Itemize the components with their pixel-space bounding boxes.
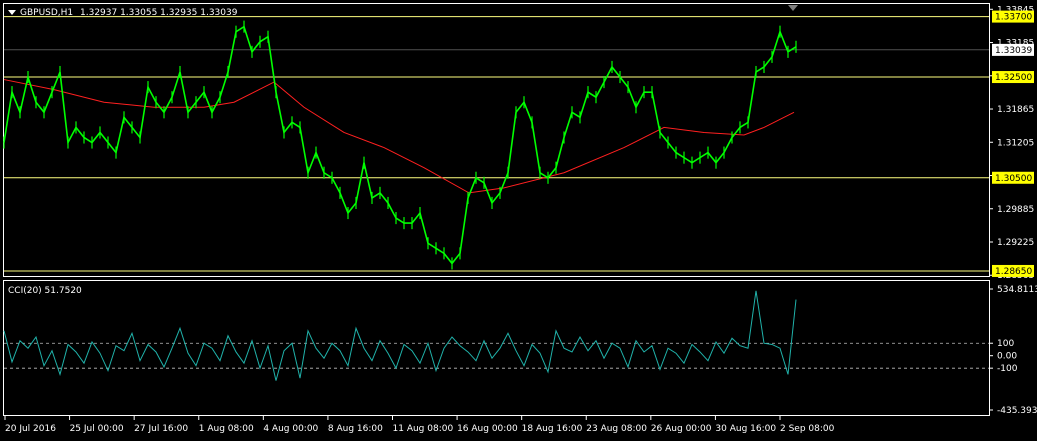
time-tick-label: 11 Aug 08:00 xyxy=(393,424,454,434)
time-tick-label: 2 Sep 08:00 xyxy=(780,424,835,434)
time-tick-label: 18 Aug 16:00 xyxy=(522,424,583,434)
cci-line xyxy=(3,290,797,381)
time-tick-label: 30 Aug 16:00 xyxy=(715,424,776,434)
time-tick-label: 26 Aug 00:00 xyxy=(651,424,712,434)
time-tick-label: 25 Jul 00:00 xyxy=(70,424,124,434)
level-label: 1.33700 xyxy=(995,13,1032,23)
time-tick-label: 1 Aug 08:00 xyxy=(199,424,254,434)
time-tick-label: 20 Jul 2016 xyxy=(5,424,56,434)
price-axis: 1.338451.331851.325251.318651.312051.305… xyxy=(989,5,1034,281)
cci-axis: 534.8113 100 0.00 -100 -435.3938 xyxy=(989,285,1037,416)
horizontal-level-lines xyxy=(4,16,989,272)
price-tick-label: 1.31865 xyxy=(997,105,1034,115)
cci-tick-label: 0.00 xyxy=(997,352,1017,362)
chart-root: GBPUSD,H1 1.32937 1.33055 1.32935 1.3303… xyxy=(3,3,1037,434)
collapse-arrow-icon[interactable] xyxy=(8,10,16,15)
time-tick-label: 16 Aug 00:00 xyxy=(457,424,518,434)
price-tick-label: 1.31205 xyxy=(997,138,1034,148)
time-tick-label: 23 Aug 08:00 xyxy=(586,424,647,434)
cci-tick-label: -100 xyxy=(997,364,1018,374)
price-tick-label: 1.29225 xyxy=(997,238,1034,248)
cci-tick-label: 100 xyxy=(997,339,1014,349)
moving-average-layer xyxy=(3,79,795,194)
time-tick-label: 27 Jul 16:00 xyxy=(134,424,188,434)
time-axis: 20 Jul 2016 25 Jul 00:00 27 Jul 16:00 1 Aug… xyxy=(4,415,835,434)
cci-title: CCI(20) 51.7520 xyxy=(8,286,82,296)
level-label: 1.28650 xyxy=(995,267,1032,277)
price-line xyxy=(3,25,797,265)
cci-layer xyxy=(3,290,797,381)
main-plot-frame xyxy=(3,3,990,277)
chart-shift-marker-icon[interactable] xyxy=(788,5,798,11)
level-label: 1.32500 xyxy=(995,73,1032,83)
current-price-label: 1.33039 xyxy=(995,46,1032,56)
time-tick-label: 4 Aug 00:00 xyxy=(263,424,318,434)
cci-tick-label: -435.3938 xyxy=(997,406,1037,416)
time-tick-label: 8 Aug 16:00 xyxy=(328,424,383,434)
cci-tick-label: 534.8113 xyxy=(997,285,1037,295)
level-label: 1.30500 xyxy=(995,174,1032,184)
price-layer xyxy=(3,20,797,270)
price-tick-label: 1.29885 xyxy=(997,205,1034,215)
cci-level-lines xyxy=(4,342,989,369)
moving-average-line xyxy=(3,79,795,194)
